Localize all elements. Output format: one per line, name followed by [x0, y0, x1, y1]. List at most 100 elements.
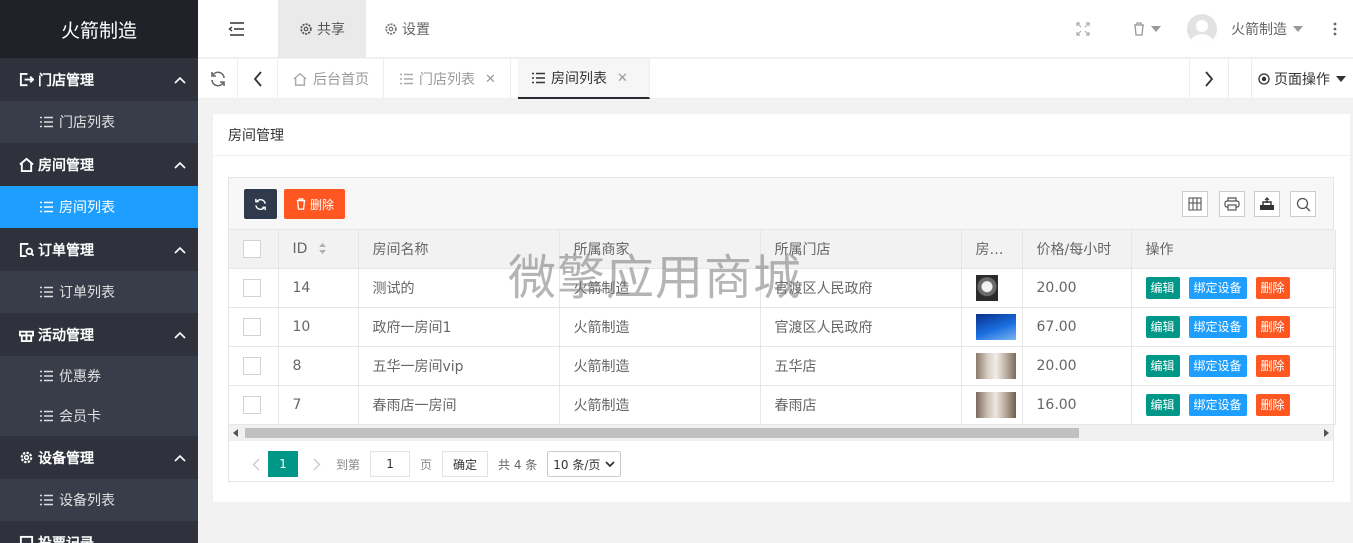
room-thumbnail[interactable] — [975, 391, 1016, 418]
sidebar-item-room-list[interactable]: 房间列表 — [0, 186, 198, 228]
sidebar-item-coupon[interactable]: 优惠券 — [0, 356, 198, 396]
batch-delete-button[interactable]: 删除 — [284, 189, 345, 219]
row-checkbox[interactable] — [243, 395, 261, 414]
page-operations-dropdown[interactable]: 页面操作 — [1251, 59, 1353, 99]
fullscreen-icon[interactable] — [1076, 0, 1090, 58]
chevron-left-icon — [253, 71, 262, 87]
bind-device-button[interactable]: 绑定设备 — [1188, 354, 1247, 377]
sidebar-item-store-list[interactable]: 门店列表 — [0, 101, 198, 143]
cell-id: 10 — [278, 307, 359, 347]
table-row: 14 测试的 火箭制造 官渡区人民政府 20.00 编辑 绑定设备 删除 — [229, 268, 1336, 308]
row-checkbox[interactable] — [243, 356, 261, 375]
pagination: 1 到第 1 页 确定 共 4 条 10 条/页 — [229, 445, 1333, 483]
page-1-button[interactable]: 1 — [268, 451, 298, 477]
table-row: 7 春雨店一房间 火箭制造 春雨店 16.00 编辑 绑定设备 删除 — [229, 385, 1336, 425]
room-thumbnail[interactable] — [975, 352, 1016, 379]
row-checkbox-cell — [229, 346, 279, 386]
close-icon[interactable]: ✕ — [617, 71, 628, 86]
bind-device-button[interactable]: 绑定设备 — [1188, 315, 1247, 338]
sidebar-item-member-card[interactable]: 会员卡 — [0, 396, 198, 436]
select-all-checkbox[interactable] — [243, 239, 261, 258]
tab-label: 门店列表 — [419, 72, 475, 88]
delete-button[interactable]: 删除 — [1255, 354, 1290, 377]
print-button[interactable] — [1219, 191, 1245, 217]
sidebar-group-label: 订单管理 — [38, 242, 94, 259]
header-tab-settings[interactable]: 设置 — [384, 0, 430, 58]
sidebar-group-device[interactable]: 设备管理 — [0, 436, 198, 479]
sidebar-group-activity[interactable]: 活动管理 — [0, 313, 198, 356]
sidebar-group-label: 房间管理 — [38, 157, 94, 174]
tab-scroll-left-button[interactable] — [238, 59, 278, 99]
user-menu[interactable]: 火箭制造 — [1187, 0, 1304, 58]
data-table: 删除 ID 房间名称 所属商家 所属门店 房… 价格/每小时 操作 14 测试的… — [228, 177, 1336, 483]
cell-ops: 编辑 绑定设备 删除 — [1131, 307, 1336, 347]
header-tab-label: 设置 — [402, 22, 430, 38]
goto-confirm-button[interactable]: 确定 — [442, 451, 489, 477]
cell-id: 14 — [278, 268, 359, 308]
cell-name: 春雨店一房间 — [358, 385, 560, 425]
trash-icon — [1134, 22, 1144, 36]
scrollbar-thumb[interactable] — [245, 428, 1079, 438]
export-button[interactable] — [1254, 191, 1280, 217]
more-vertical-icon[interactable] — [1333, 0, 1337, 58]
radio-dot-icon — [1258, 73, 1270, 85]
row-checkbox[interactable] — [243, 317, 261, 336]
edit-button[interactable]: 编辑 — [1145, 393, 1180, 416]
column-header-id[interactable]: ID — [278, 230, 359, 269]
room-thumbnail[interactable] — [975, 313, 1016, 340]
row-checkbox[interactable] — [243, 278, 261, 297]
tab-home[interactable]: 后台首页 — [279, 59, 384, 99]
header-checkbox-cell — [229, 230, 279, 269]
sidebar-group-room[interactable]: 房间管理 — [0, 143, 198, 186]
delete-button[interactable]: 删除 — [1255, 393, 1290, 416]
sidebar-item-device-list[interactable]: 设备列表 — [0, 479, 198, 521]
brand-logo[interactable]: 火箭制造 — [0, 0, 198, 58]
tab-room-list[interactable]: 房间列表 ✕ — [518, 59, 650, 99]
sidebar-group-store[interactable]: 门店管理 — [0, 58, 198, 101]
sidebar-item-label: 门店列表 — [59, 115, 115, 131]
scroll-right-arrow-icon[interactable] — [1323, 429, 1329, 437]
bind-device-button[interactable]: 绑定设备 — [1188, 393, 1247, 416]
cell-image — [961, 307, 1023, 347]
menu-toggle-icon[interactable] — [228, 20, 246, 38]
edit-button[interactable]: 编辑 — [1145, 315, 1180, 338]
edit-button[interactable]: 编辑 — [1145, 276, 1180, 299]
edit-button[interactable]: 编辑 — [1145, 354, 1180, 377]
total-count: 共 4 条 — [498, 457, 538, 472]
cell-price: 20.00 — [1022, 346, 1132, 386]
avatar — [1187, 14, 1217, 44]
page-size-select[interactable]: 10 条/页 — [547, 451, 622, 477]
sort-icon[interactable] — [318, 242, 327, 255]
tab-label: 后台首页 — [313, 72, 369, 88]
room-table: ID 房间名称 所属商家 所属门店 房… 价格/每小时 操作 14 测试的 火箭… — [229, 230, 1336, 425]
goto-page-input[interactable]: 1 — [370, 451, 411, 477]
tab-store-list[interactable]: 门店列表 ✕ — [386, 59, 511, 99]
bind-device-button[interactable]: 绑定设备 — [1188, 276, 1247, 299]
cell-name: 五华一房间vip — [358, 346, 560, 386]
trash-dropdown[interactable] — [1132, 0, 1162, 58]
cell-merchant: 火箭制造 — [559, 307, 761, 347]
tab-scroll-right-button[interactable] — [1189, 59, 1229, 99]
room-thumbnail[interactable] — [975, 274, 998, 301]
delete-button[interactable]: 删除 — [1255, 276, 1290, 299]
cell-price: 20.00 — [1022, 268, 1132, 308]
vote-icon — [18, 535, 34, 543]
scroll-left-arrow-icon[interactable] — [233, 429, 239, 437]
header-tab-share[interactable]: 共享 — [278, 0, 366, 58]
sidebar-group-vote[interactable]: 投票记录 — [0, 521, 198, 543]
prev-page-icon[interactable] — [244, 457, 268, 471]
list-icon — [40, 494, 53, 506]
close-icon[interactable]: ✕ — [485, 72, 496, 87]
column-header-merchant: 所属商家 — [559, 230, 761, 269]
refresh-button[interactable] — [244, 189, 277, 219]
columns-filter-button[interactable] — [1182, 191, 1208, 217]
sidebar-group-order[interactable]: 订单管理 — [0, 228, 198, 271]
search-button[interactable] — [1290, 191, 1316, 217]
next-page-icon[interactable] — [298, 457, 336, 471]
cell-name: 政府一房间1 — [358, 307, 560, 347]
refresh-tab-button[interactable] — [198, 59, 238, 99]
delete-button[interactable]: 删除 — [1255, 315, 1290, 338]
order-search-icon — [18, 242, 34, 258]
horizontal-scrollbar[interactable] — [229, 425, 1333, 441]
sidebar-item-order-list[interactable]: 订单列表 — [0, 271, 198, 313]
